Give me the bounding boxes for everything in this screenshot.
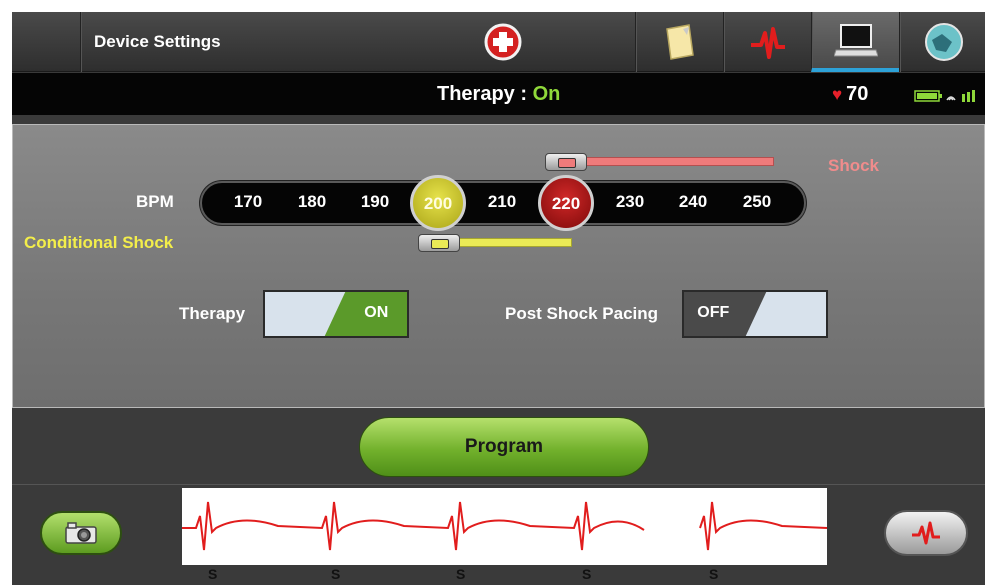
therapy-toggle-on-segment: ON [324,292,407,336]
program-button[interactable]: Program [359,417,649,477]
ecg-strip [182,488,828,565]
ecg-wave-icon [912,521,940,545]
bpm-tick: 170 [233,192,263,211]
post-shock-pacing-toggle[interactable]: OFF [682,290,828,338]
notepad-icon [665,24,694,60]
therapy-status-value: On [532,83,561,105]
bpm-tick: 250 [742,192,772,211]
tab-notes[interactable] [635,12,723,72]
bpm-tick: 240 [678,192,708,211]
conditional-shock-knob[interactable]: 200 [410,175,466,231]
shock-knob[interactable]: 220 [538,175,594,231]
therapy-toggle-label: Therapy [179,304,246,323]
ecg-marker: S [582,566,592,582]
therapy-toggle-value: ON [364,304,389,321]
shock-slider-handle[interactable] [545,153,587,171]
tab-map[interactable] [899,12,985,72]
bpm-label: BPM [136,192,174,211]
therapy-status-label: Therapy : [437,83,533,105]
ecg-waveform [182,501,828,551]
therapy-toggle[interactable]: ON [263,290,409,338]
snapshot-button[interactable] [40,511,122,555]
shock-value: 220 [551,194,581,213]
globe-icon [924,23,963,61]
medical-cross-icon [484,23,522,61]
ecg-marker: S [456,566,466,582]
camera-icon [65,522,97,544]
bpm-tick: 190 [360,192,390,211]
post-shock-pacing-label: Post Shock Pacing [505,304,659,323]
ecg-marker: S [709,566,719,582]
tab-device[interactable] [811,12,899,72]
shock-label: Shock [828,156,880,175]
laptop-icon [833,24,878,57]
heart-icon: ♥ [832,85,843,104]
status-bar: Therapy : On ♥ 70 [12,73,985,115]
top-bar: Device Settings [12,12,985,72]
page-title: Device Settings [94,32,221,51]
app-window: Device Settings Therapy: On ♥ 70 Shock … [12,12,985,585]
conditional-shock-value: 200 [423,194,453,213]
heart-rate: ♥ 70 [832,83,868,106]
conditional-shock-slider-handle[interactable] [418,234,460,252]
tab-emergency[interactable] [458,12,548,72]
tab-ecg[interactable] [723,12,811,72]
battery-signal-icon [914,90,975,102]
post-shock-pacing-value: OFF [697,304,730,321]
therapy-status: Therapy : On [437,83,560,106]
conditional-shock-label: Conditional Shock [24,233,174,252]
heart-rate-value: 70 [846,83,869,105]
ecg-marker: S [208,566,218,582]
conditional-shock-range-bar [458,238,572,247]
ecg-wave-icon [750,27,785,59]
post-shock-pacing-off-segment: OFF [684,292,767,336]
bpm-tick: 230 [615,192,645,211]
ecg-marker: S [331,566,341,582]
bpm-tick: 180 [297,192,327,211]
shock-range-bar [586,157,774,166]
ecg-view-button[interactable] [884,510,968,556]
bpm-tick: 210 [487,192,517,211]
